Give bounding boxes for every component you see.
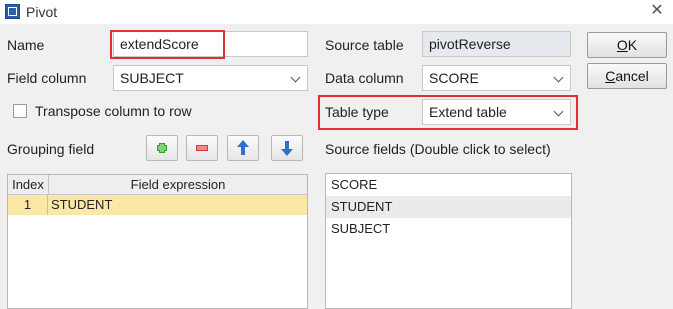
field-column-select[interactable]: SUBJECT [113,65,308,91]
arrow-down-icon [281,141,293,156]
source-table-field: pivotReverse [422,31,571,57]
cancel-button[interactable]: Cancel [587,63,667,89]
transpose-label: Transpose column to row [35,103,192,119]
ok-label-rest: K [627,37,638,53]
table-type-label: Table type [325,104,389,120]
name-highlight-box [110,30,225,59]
minus-icon [196,145,208,151]
transpose-checkbox[interactable] [13,104,27,118]
ok-mnemonic: O [616,37,628,53]
row-expression-cell[interactable]: STUDENT [51,195,112,215]
cancel-label-rest: ancel [615,68,649,84]
data-column-select[interactable]: SCORE [422,65,571,91]
title-bar: Pivot ✕ [0,0,673,24]
row-index-cell: 1 [8,195,48,215]
close-icon[interactable]: ✕ [648,2,666,20]
grouping-table: Index Field expression 1 STUDENT [7,174,308,309]
cancel-mnemonic: C [605,68,616,84]
table-row[interactable]: 1 STUDENT [8,195,307,215]
field-column-label: Field column [7,70,87,86]
field-column-value: SUBJECT [120,70,184,86]
column-header-index[interactable]: Index [8,175,49,195]
table-type-select[interactable]: Extend table [422,99,571,125]
remove-row-button[interactable] [186,135,218,161]
source-fields-label: Source fields (Double click to select) [325,141,551,157]
grouping-field-label: Grouping field [7,141,95,157]
data-column-value: SCORE [429,70,479,86]
list-item[interactable]: SCORE [326,174,571,196]
list-item[interactable]: SUBJECT [326,218,571,240]
ok-button[interactable]: OK [587,32,667,58]
source-table-label: Source table [325,37,404,53]
window-title: Pivot [26,4,58,20]
data-column-label: Data column [325,70,404,86]
move-up-button[interactable] [227,135,259,161]
app-table-icon [5,4,20,19]
name-label: Name [7,37,45,53]
add-row-button[interactable] [146,135,178,161]
source-fields-list: SCORE STUDENT SUBJECT [325,173,572,309]
arrow-up-icon [237,140,249,155]
table-type-value: Extend table [429,104,507,120]
plus-icon [157,143,167,153]
move-down-button[interactable] [271,135,303,161]
column-header-field-expression[interactable]: Field expression [49,175,307,195]
list-item[interactable]: STUDENT [326,196,571,218]
